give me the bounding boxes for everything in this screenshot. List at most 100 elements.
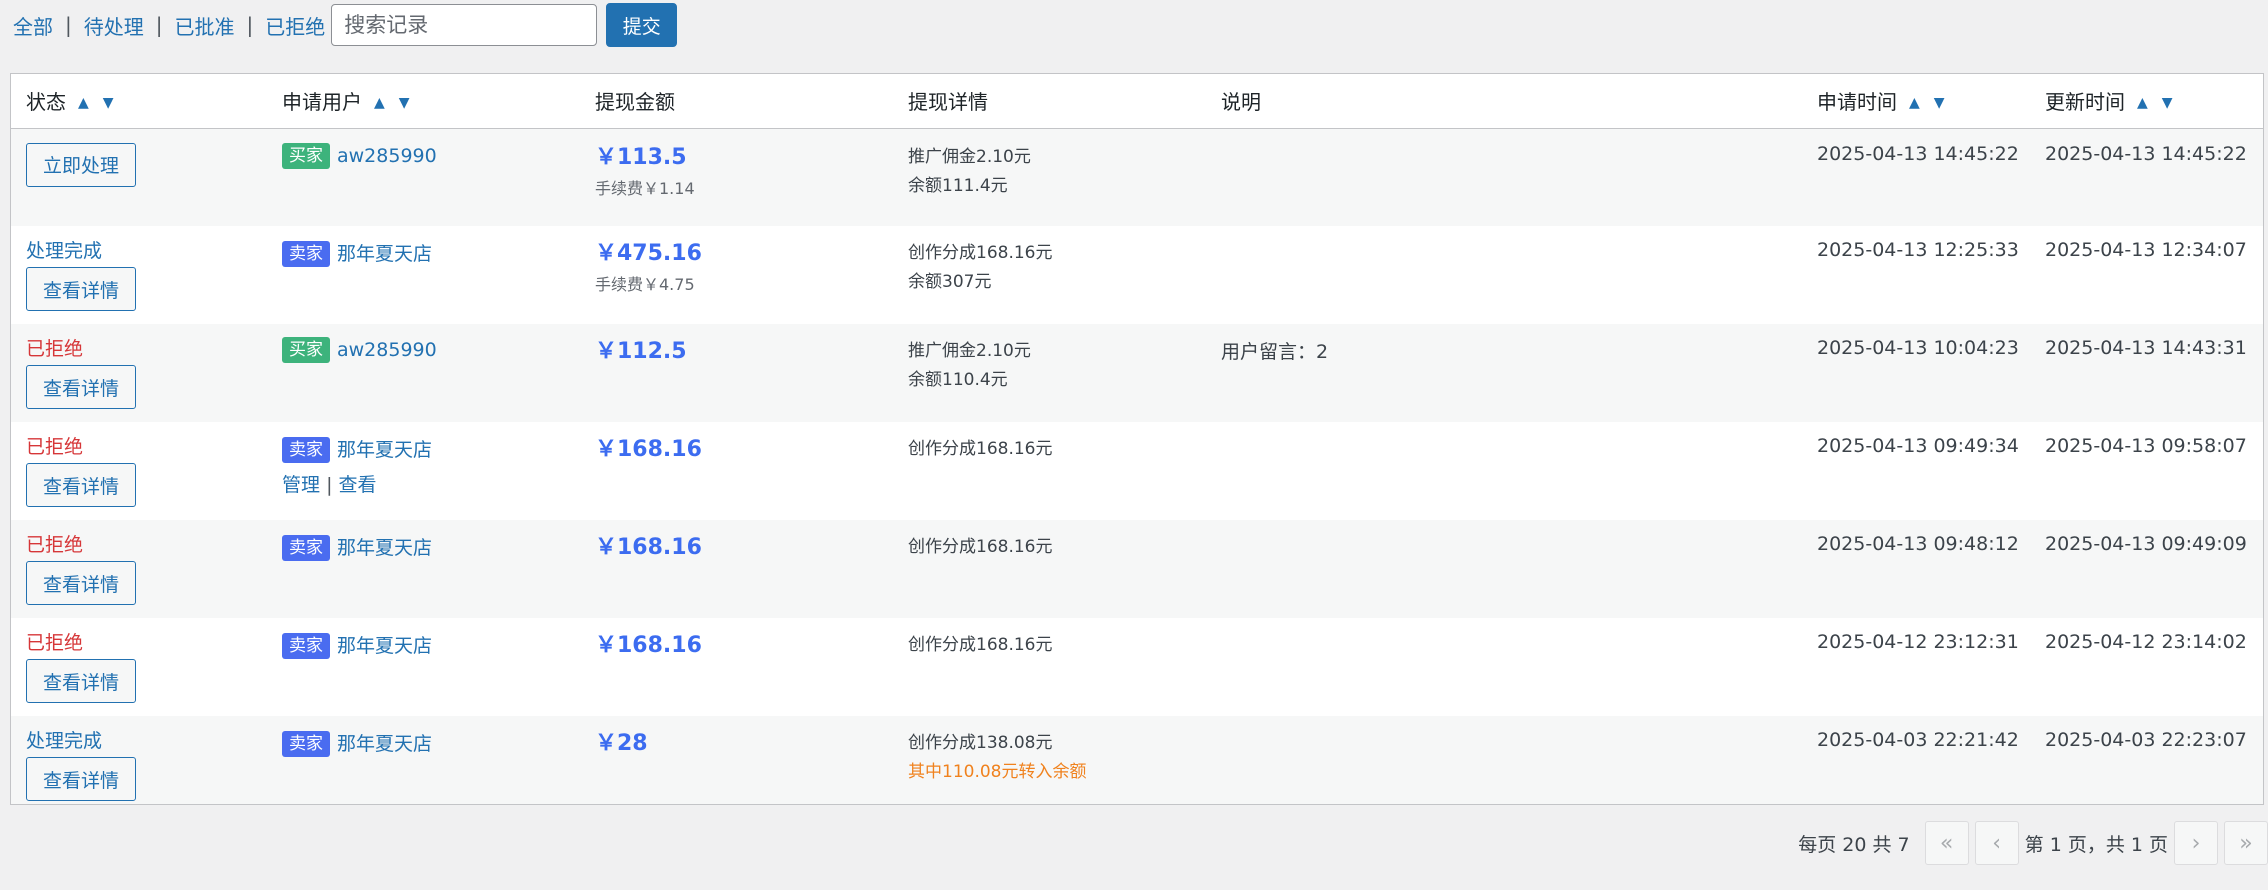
detail-line: 余额111.4元 [908,175,1008,196]
detail-line: 推广佣金2.10元 [908,146,1031,167]
process-now-button[interactable]: 立即处理 [26,142,136,187]
updated-time: 2025-04-12 23:14:02 [2045,631,2247,653]
pagination-summary: 每页 20 共 7 [1798,833,1910,856]
updated-time: 2025-04-13 09:49:09 [2045,533,2247,555]
view-details-button[interactable]: 查看详情 [26,365,136,409]
detail-cell: 推广佣金2.10元 余额110.4元 [893,324,1206,422]
user-cell: 买家 aw285990 [267,128,580,226]
column-header-user[interactable]: 申请用户 ▲▼ [267,74,580,129]
user-cell: 卖家 那年夏天店 [267,618,580,716]
prev-page-button[interactable]: ‹ [1974,821,2019,865]
detail-line: 创作分成168.16元 [908,243,1053,263]
filter-all-link[interactable]: 全部 [13,11,53,40]
row-actions: 管理 | 查看 [282,470,580,497]
amount-cell: ￥168.16 [580,422,893,520]
user-link[interactable]: 那年夏天店 [337,243,432,265]
seller-badge: 卖家 [282,437,330,463]
status-complete-text: 处理完成 [26,730,103,752]
user-link[interactable]: 那年夏天店 [337,635,432,657]
detail-line: 创作分成138.08元 [908,733,1053,753]
view-details-button[interactable]: 查看详情 [26,463,136,507]
updated-time: 2025-04-13 14:45:22 [2045,142,2247,165]
sort-arrows-icon[interactable]: ▲▼ [78,95,128,111]
withdraw-amount: ￥28 [595,731,648,756]
detail-cell: 创作分成168.16元 [893,618,1206,716]
status-cell: 立即处理 [11,128,267,226]
fee-text: 手续费￥4.75 [595,275,695,294]
search-input[interactable] [331,4,598,46]
user-link[interactable]: aw285990 [337,339,437,361]
table-row: 处理完成 查看详情 卖家 那年夏天店 ￥475.16 手续费￥4.75 创作分成1… [11,226,2263,324]
column-header-label: 状态 [26,90,66,115]
last-page-button[interactable]: » [2224,821,2268,865]
detail-line: 创作分成168.16元 [908,439,1053,459]
sort-arrows-icon[interactable]: ▲▼ [2137,95,2187,111]
user-cell: 卖家 那年夏天店 管理 | 查看 [267,422,580,520]
table-row: 已拒绝 查看详情 买家 aw285990 ￥112.5 推广佣金2.10元 余额1… [11,324,2263,422]
note-cell: 用户留言：2 [1221,341,1329,363]
filter-rejected-link[interactable]: 已拒绝 [265,11,325,40]
view-details-button[interactable]: 查看详情 [26,561,136,605]
buyer-badge: 买家 [282,337,330,363]
balance-transfer-note: 其中110.08元转入余额 [908,762,1087,782]
sort-arrows-icon[interactable]: ▲▼ [374,95,424,111]
table-row: 已拒绝 查看详情 卖家 那年夏天店 ￥168.16 创作分成168.16元 202… [11,520,2263,618]
view-details-button[interactable]: 查看详情 [26,659,136,703]
detail-cell: 创作分成168.16元 余额307元 [893,226,1206,324]
withdraw-amount: ￥112.5 [595,339,687,364]
detail-line: 推广佣金2.10元 [908,341,1031,361]
table-header-row: 状态 ▲▼ 申请用户 ▲▼ 提现金额 提现详情 说明 申请时间 ▲▼ 更新时间 ▲▼ [11,74,2263,129]
status-cell: 处理完成 查看详情 [11,716,267,804]
filter-separator: | [155,13,163,37]
detail-cell: 创作分成138.08元 其中110.08元转入余额 [893,716,1206,804]
user-link[interactable]: 那年夏天店 [337,733,432,755]
filter-approved-link[interactable]: 已批准 [175,11,235,40]
filter-pending-link[interactable]: 待处理 [84,11,144,40]
column-header-updated-time[interactable]: 更新时间 ▲▼ [2030,74,2263,129]
fee-text: 手续费￥1.14 [595,178,695,198]
withdraw-amount: ￥168.16 [595,437,702,462]
next-page-button[interactable]: › [2174,821,2218,865]
column-header-label: 申请用户 [282,90,362,115]
buyer-badge: 买家 [282,142,330,169]
first-page-button[interactable]: « [1924,821,1969,865]
status-cell: 处理完成 查看详情 [11,226,267,324]
table-row: 处理完成 查看详情 卖家 那年夏天店 ￥28 创作分成138.08元 其中110.… [11,716,2263,804]
user-link[interactable]: 那年夏天店 [337,439,432,461]
search-submit-button[interactable]: 提交 [606,3,678,47]
status-cell: 已拒绝 查看详情 [11,520,267,618]
note-cell [1206,422,1802,520]
withdraw-amount: ￥168.16 [595,633,702,658]
user-link[interactable]: 那年夏天店 [337,537,432,559]
status-cell: 已拒绝 查看详情 [11,324,267,422]
updated-time: 2025-04-13 09:58:07 [2045,435,2247,457]
column-header-applied-time[interactable]: 申请时间 ▲▼ [1802,74,2030,129]
detail-cell: 创作分成168.16元 [893,520,1206,618]
applied-time: 2025-04-13 10:04:23 [1817,337,2019,359]
amount-cell: ￥475.16 手续费￥4.75 [580,226,893,324]
amount-cell: ￥28 [580,716,893,804]
detail-line: 创作分成168.16元 [908,635,1053,655]
filter-separator: | [246,13,254,37]
view-details-button[interactable]: 查看详情 [26,757,136,801]
row-action-separator: | [326,474,333,496]
status-rejected-text: 已拒绝 [26,632,84,654]
applied-time: 2025-04-13 12:25:33 [1817,239,2019,261]
updated-time: 2025-04-13 12:34:07 [2045,239,2247,261]
manage-link[interactable]: 管理 [282,474,320,496]
seller-badge: 卖家 [282,535,330,561]
updated-time: 2025-04-03 22:23:07 [2045,729,2247,751]
user-link[interactable]: aw285990 [337,145,437,167]
user-cell: 卖家 那年夏天店 [267,716,580,804]
column-header-label: 申请时间 [1817,90,1897,115]
view-details-button[interactable]: 查看详情 [26,267,136,311]
column-header-status[interactable]: 状态 ▲▼ [11,74,267,129]
amount-cell: ￥168.16 [580,618,893,716]
table-row: 立即处理 买家 aw285990 ￥113.5 手续费￥1.14 推广佣金2.10… [11,128,2263,226]
amount-cell: ￥112.5 [580,324,893,422]
detail-line: 余额110.4元 [908,370,1008,390]
view-link[interactable]: 查看 [339,474,377,496]
applied-time: 2025-04-03 22:21:42 [1817,729,2019,751]
applied-time: 2025-04-12 23:12:31 [1817,631,2019,653]
sort-arrows-icon[interactable]: ▲▼ [1909,95,1959,111]
